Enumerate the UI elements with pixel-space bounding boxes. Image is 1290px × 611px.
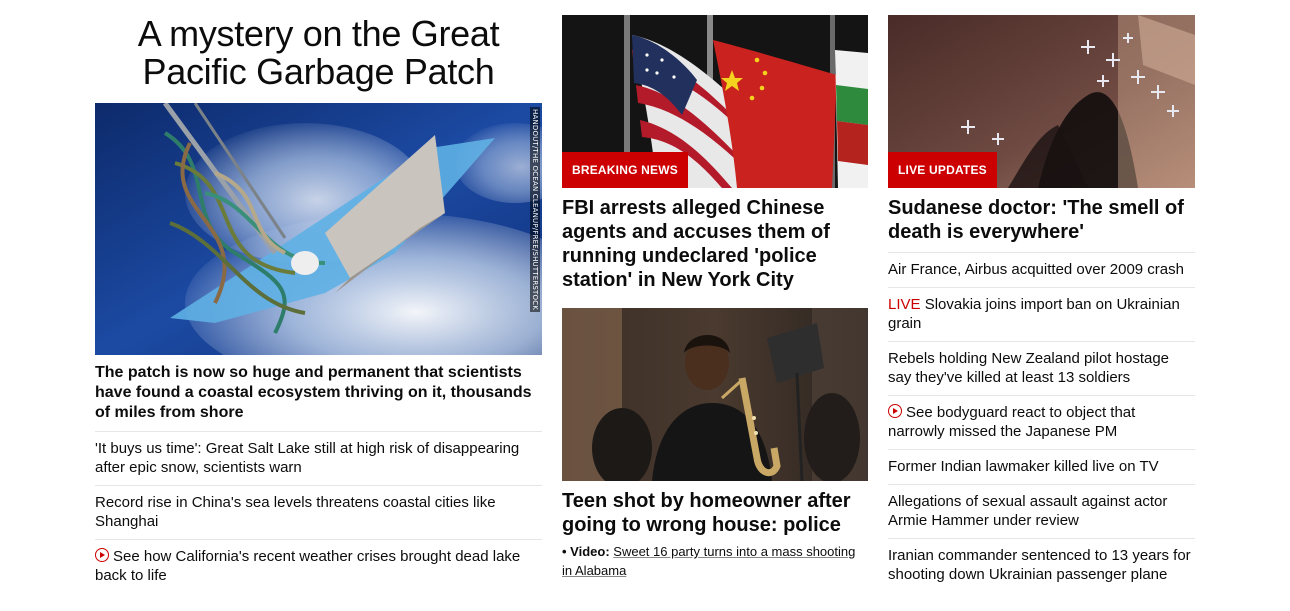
play-icon (95, 548, 109, 562)
list-item-link[interactable]: 'It buys us time': Great Salt Lake still… (95, 440, 519, 476)
list-item[interactable]: Former Indian lawmaker killed live on TV (888, 449, 1195, 484)
sudan-satellite-image[interactable]: LIVE UPDATES (888, 15, 1195, 188)
flags-image[interactable]: BREAKING NEWS (562, 15, 868, 188)
left-headline-list: 'It buys us time': Great Salt Lake still… (95, 431, 542, 593)
list-item[interactable]: LIVE Slovakia joins import ban on Ukrain… (888, 287, 1195, 341)
list-item-link[interactable]: See bodyguard react to object that narro… (888, 404, 1135, 440)
teen-headline-link[interactable]: Teen shot by homeowner after going to wr… (562, 490, 851, 536)
list-item[interactable]: Iranian commander sentenced to 13 years … (888, 538, 1195, 592)
list-item-link[interactable]: Former Indian lawmaker killed live on TV (888, 458, 1159, 475)
right-column: LIVE UPDATES Sudanese doctor: 'The smell… (888, 0, 1195, 592)
teen-headline[interactable]: Teen shot by homeowner after going to wr… (562, 489, 868, 537)
video-sublink: • Video: Sweet 16 party turns into a mas… (562, 542, 868, 580)
list-item[interactable]: Record rise in China's sea levels threat… (95, 485, 542, 539)
feature-headline-link[interactable]: A mystery on the Great Pacific Garbage P… (138, 13, 500, 92)
list-item-link[interactable]: See how California's recent weather cris… (95, 548, 520, 584)
live-label: LIVE (888, 296, 921, 313)
garbage-patch-image[interactable]: HANDOUT/THE OCEAN CLEANUP/FREE/SHUTTERST… (95, 103, 542, 355)
list-item-link[interactable]: Rebels holding New Zealand pilot hostage… (888, 350, 1169, 386)
teen-image[interactable] (562, 308, 868, 481)
live-updates-badge: LIVE UPDATES (888, 152, 997, 188)
list-item[interactable]: Allegations of sexual assault against ac… (888, 484, 1195, 538)
list-item-link[interactable]: Slovakia joins import ban on Ukrainian g… (888, 296, 1180, 332)
feature-lead-link[interactable]: The patch is now so huge and permanent t… (95, 364, 532, 421)
list-item[interactable]: Air France, Airbus acquitted over 2009 c… (888, 252, 1195, 287)
feature-lead[interactable]: The patch is now so huge and permanent t… (95, 363, 542, 423)
fbi-headline-link[interactable]: FBI arrests alleged Chinese agents and a… (562, 197, 830, 291)
list-item-link[interactable]: Record rise in China's sea levels threat… (95, 494, 496, 530)
teen-saxophone-photo (562, 308, 868, 481)
list-item[interactable]: 'It buys us time': Great Salt Lake still… (95, 431, 542, 485)
play-icon (888, 404, 902, 418)
left-column: A mystery on the Great Pacific Garbage P… (95, 0, 542, 593)
sudan-headline[interactable]: Sudanese doctor: 'The smell of death is … (888, 196, 1195, 244)
fbi-headline[interactable]: FBI arrests alleged Chinese agents and a… (562, 196, 868, 292)
list-item[interactable]: See bodyguard react to object that narro… (888, 395, 1195, 449)
list-item-link[interactable]: Air France, Airbus acquitted over 2009 c… (888, 261, 1184, 278)
middle-column: BREAKING NEWS FBI arrests alleged Chines… (562, 0, 868, 580)
video-label: • Video: (562, 544, 610, 559)
list-item-link[interactable]: Allegations of sexual assault against ac… (888, 493, 1167, 529)
feature-headline[interactable]: A mystery on the Great Pacific Garbage P… (95, 15, 542, 91)
list-item[interactable]: See how California's recent weather cris… (95, 539, 542, 593)
right-headline-list: Air France, Airbus acquitted over 2009 c… (888, 252, 1195, 592)
garbage-patch-photo (95, 103, 542, 355)
list-item-link[interactable]: Iranian commander sentenced to 13 years … (888, 547, 1191, 583)
sudan-headline-link[interactable]: Sudanese doctor: 'The smell of death is … (888, 197, 1184, 243)
list-item[interactable]: Rebels holding New Zealand pilot hostage… (888, 341, 1195, 395)
image-credit: HANDOUT/THE OCEAN CLEANUP/FREE/SHUTTERST… (530, 107, 540, 313)
breaking-news-badge: BREAKING NEWS (562, 152, 688, 188)
